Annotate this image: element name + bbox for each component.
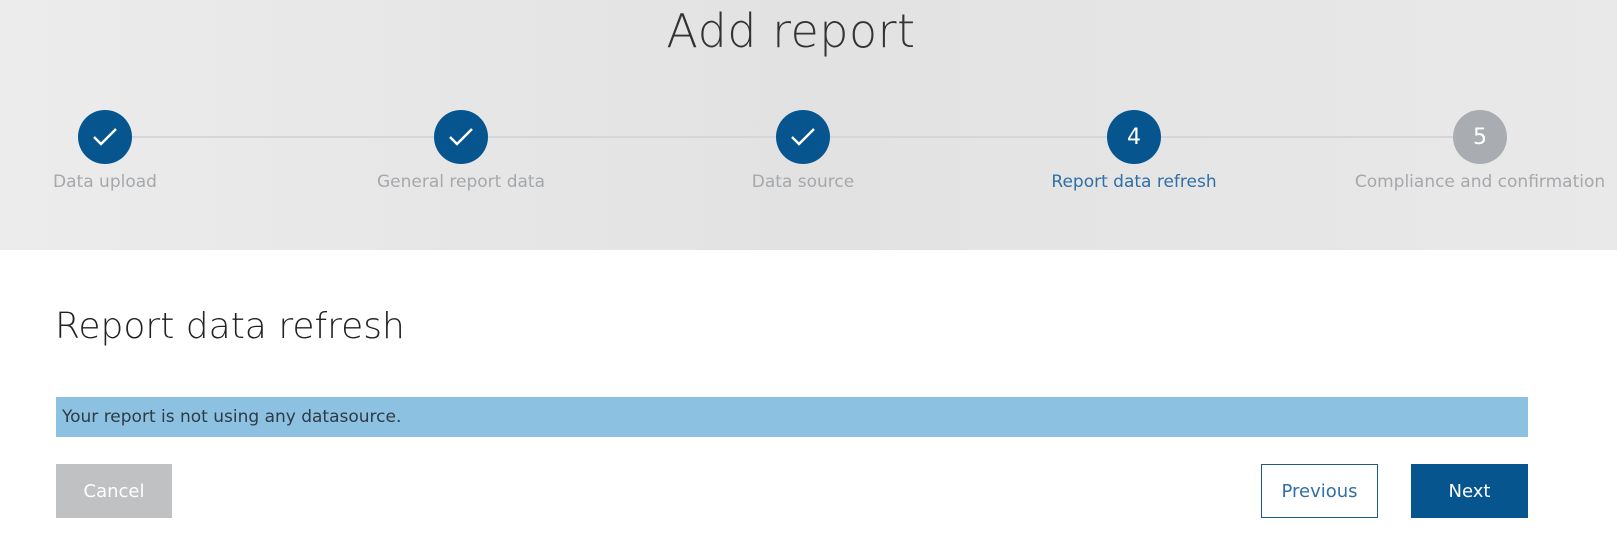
section-title: Report data refresh bbox=[55, 306, 405, 347]
check-icon bbox=[791, 128, 815, 146]
step-label: Data upload bbox=[53, 172, 157, 192]
step-label: Compliance and confirmation bbox=[1354, 172, 1606, 192]
previous-button[interactable]: Previous bbox=[1261, 464, 1378, 518]
step-report-data-refresh: 4 Report data refresh bbox=[1004, 110, 1264, 192]
step-circle-completed bbox=[78, 110, 132, 164]
step-data-source: Data source bbox=[673, 110, 933, 192]
info-banner: Your report is not using any datasource. bbox=[56, 397, 1528, 437]
step-label: Report data refresh bbox=[1051, 172, 1217, 192]
info-message: Your report is not using any datasource. bbox=[62, 407, 402, 427]
wizard-header: Add report Data upload General report da… bbox=[0, 0, 1617, 250]
step-circle-completed bbox=[434, 110, 488, 164]
next-button[interactable]: Next bbox=[1411, 464, 1528, 518]
step-general-report-data: General report data bbox=[331, 110, 591, 192]
step-circle-pending: 5 bbox=[1453, 110, 1507, 164]
step-label: Data source bbox=[751, 172, 855, 192]
step-label: General report data bbox=[376, 172, 546, 192]
step-compliance-and-confirmation: 5 Compliance and confirmation bbox=[1350, 110, 1610, 192]
step-data-upload: Data upload bbox=[0, 110, 235, 192]
cancel-button[interactable]: Cancel bbox=[56, 464, 172, 518]
page-title: Add report bbox=[666, 4, 916, 58]
step-circle-completed bbox=[776, 110, 830, 164]
check-icon bbox=[449, 128, 473, 146]
check-icon bbox=[93, 128, 117, 146]
step-circle-active: 4 bbox=[1107, 110, 1161, 164]
